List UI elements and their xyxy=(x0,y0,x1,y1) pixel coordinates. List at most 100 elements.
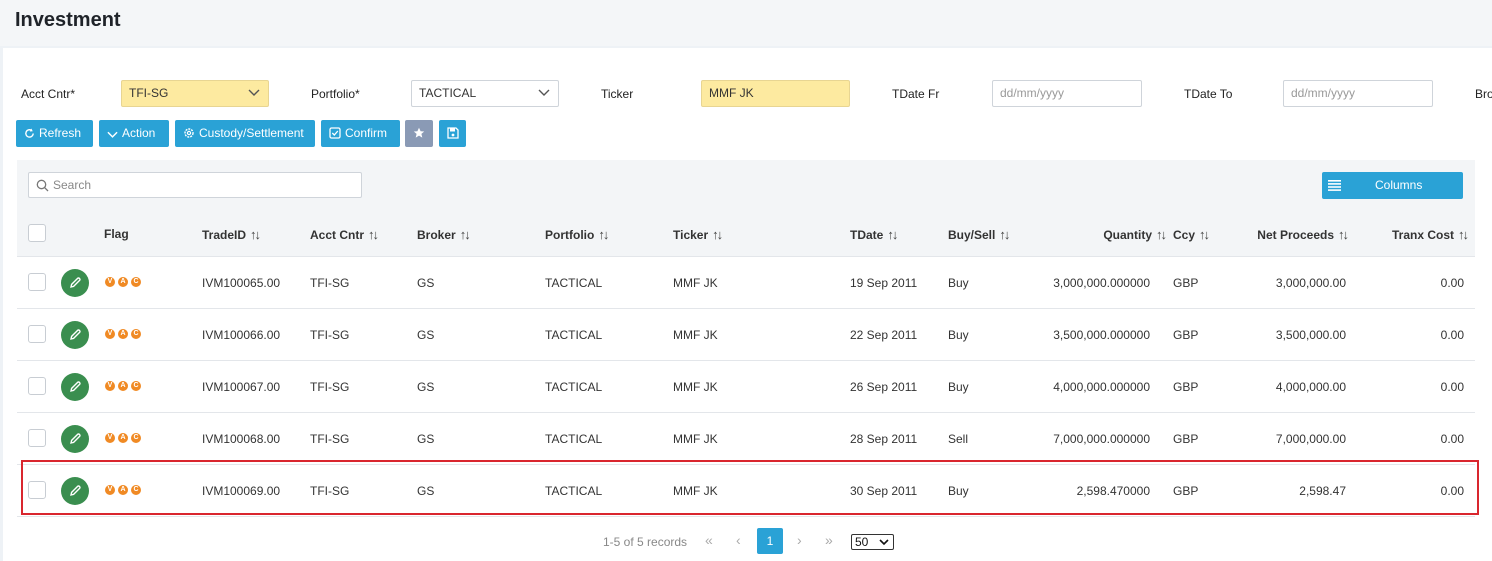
header-flag: Flag xyxy=(104,227,129,241)
cell-tranx-cost: 0.00 xyxy=(1440,328,1464,342)
cell-quantity: 3,000,000.000000 xyxy=(1053,276,1150,290)
cell-portfolio: TACTICAL xyxy=(545,432,603,446)
acct-cntr-select[interactable]: TFI-SG xyxy=(121,80,269,107)
flag-a-icon[interactable]: A xyxy=(118,277,128,287)
last-page-button[interactable]: » xyxy=(825,532,833,548)
first-page-button[interactable]: « xyxy=(705,532,713,548)
cell-tranx-cost: 0.00 xyxy=(1440,484,1464,498)
header-tranx-cost[interactable]: Tranx Cost ↑↓ xyxy=(1392,227,1469,242)
row-checkbox[interactable] xyxy=(28,325,46,343)
flag-a-icon[interactable]: A xyxy=(118,433,128,443)
table-row[interactable]: V A C IVM100069.00 TFI-SG GS TACTICAL MMF JK 30 … xyxy=(17,465,1475,517)
next-page-button[interactable]: › xyxy=(797,532,802,548)
tdate-to-input[interactable]: dd/mm/yyyy xyxy=(1283,80,1433,107)
flag-v-icon[interactable]: V xyxy=(105,329,115,339)
refresh-icon xyxy=(25,128,34,138)
broker-label: Bro xyxy=(1475,87,1492,101)
cell-quantity: 4,000,000.000000 xyxy=(1053,380,1150,394)
cell-quantity: 2,598.470000 xyxy=(1076,484,1150,498)
flag-c-icon[interactable]: C xyxy=(131,277,141,287)
cell-quantity: 3,500,000.000000 xyxy=(1053,328,1150,342)
portfolio-value: TACTICAL xyxy=(419,86,477,100)
edit-button[interactable] xyxy=(61,321,89,349)
confirm-label: Confirm xyxy=(345,126,388,140)
header-broker[interactable]: Broker ↑↓ xyxy=(417,227,471,242)
cell-acct-cntr: TFI-SG xyxy=(310,432,350,446)
page-size-select[interactable]: 50 xyxy=(851,534,894,550)
row-checkbox[interactable] xyxy=(28,429,46,447)
cell-trade-id: IVM100069.00 xyxy=(202,484,281,498)
cell-portfolio: TACTICAL xyxy=(545,380,603,394)
flag-icons: VAC xyxy=(105,485,144,495)
list-icon xyxy=(1328,180,1341,191)
page-size-value: 50 xyxy=(855,535,869,549)
sort-icon: ↑↓ xyxy=(1338,227,1349,242)
header-ccy[interactable]: Ccy ↑↓ xyxy=(1173,227,1210,242)
gear-icon xyxy=(184,128,194,138)
table-row[interactable]: V A C IVM100068.00 TFI-SG GS TACTICAL MMF JK 28 … xyxy=(17,413,1475,465)
cell-ticker: MMF JK xyxy=(673,328,718,342)
edit-button[interactable] xyxy=(61,373,89,401)
save-button[interactable] xyxy=(439,120,466,147)
cell-ticker: MMF JK xyxy=(673,276,718,290)
prev-page-button[interactable]: ‹ xyxy=(736,532,741,548)
ticker-input[interactable]: MMF JK xyxy=(701,80,850,107)
flag-v-icon[interactable]: V xyxy=(105,485,115,495)
chevron-down-icon xyxy=(879,539,889,546)
flag-c-icon[interactable]: C xyxy=(131,381,141,391)
header-ticker[interactable]: Ticker ↑↓ xyxy=(673,227,723,242)
sort-icon: ↑↓ xyxy=(1156,227,1167,242)
tdate-to-label: TDate To xyxy=(1184,87,1233,101)
cell-buy-sell: Buy xyxy=(948,276,969,290)
tdate-fr-input[interactable]: dd/mm/yyyy xyxy=(992,80,1142,107)
cell-buy-sell: Buy xyxy=(948,484,969,498)
flag-v-icon[interactable]: V xyxy=(105,433,115,443)
header-trade-id[interactable]: TradeID ↑↓ xyxy=(202,227,261,242)
portfolio-select[interactable]: TACTICAL xyxy=(411,80,559,107)
header-net-proceeds[interactable]: Net Proceeds ↑↓ xyxy=(1257,227,1349,242)
search-input[interactable] xyxy=(53,177,353,193)
row-checkbox[interactable] xyxy=(28,481,46,499)
search-box[interactable] xyxy=(28,172,362,198)
pencil-icon xyxy=(70,329,81,340)
refresh-button[interactable]: Refresh xyxy=(16,120,93,147)
flag-a-icon[interactable]: A xyxy=(118,485,128,495)
table-row[interactable]: V A C IVM100066.00 TFI-SG GS TACTICAL MMF JK 22 … xyxy=(17,309,1475,361)
table-row[interactable]: V A C IVM100067.00 TFI-SG GS TACTICAL MMF JK 26 … xyxy=(17,361,1475,413)
star-icon xyxy=(413,127,425,138)
flag-v-icon[interactable]: V xyxy=(105,277,115,287)
header-tdate[interactable]: TDate ↑↓ xyxy=(850,227,898,242)
columns-button[interactable]: Columns xyxy=(1322,172,1463,199)
flag-c-icon[interactable]: C xyxy=(131,433,141,443)
custody-settlement-button[interactable]: Custody/Settlement xyxy=(175,120,315,147)
header-acct-cntr[interactable]: Acct Cntr ↑↓ xyxy=(310,227,379,242)
favorite-button[interactable] xyxy=(405,120,433,147)
chevron-down-icon xyxy=(107,131,118,138)
refresh-label: Refresh xyxy=(39,126,82,140)
check-square-icon xyxy=(329,127,341,139)
header-quantity[interactable]: Quantity ↑↓ xyxy=(1103,227,1167,242)
flag-v-icon[interactable]: V xyxy=(105,381,115,391)
header-portfolio[interactable]: Portfolio ↑↓ xyxy=(545,227,609,242)
edit-button[interactable] xyxy=(61,269,89,297)
select-all-checkbox[interactable] xyxy=(28,224,46,242)
cell-tdate: 28 Sep 2011 xyxy=(850,432,918,446)
flag-c-icon[interactable]: C xyxy=(131,485,141,495)
table-row[interactable]: V A C IVM100065.00 TFI-SG GS TACTICAL MMF JK 19 … xyxy=(17,257,1475,309)
confirm-button[interactable]: Confirm xyxy=(321,120,400,147)
header-buy-sell[interactable]: Buy/Sell ↑↓ xyxy=(948,227,1010,242)
flag-a-icon[interactable]: A xyxy=(118,329,128,339)
cell-trade-id: IVM100066.00 xyxy=(202,328,281,342)
row-checkbox[interactable] xyxy=(28,377,46,395)
action-button[interactable]: Action xyxy=(99,120,169,147)
flag-c-icon[interactable]: C xyxy=(131,329,141,339)
current-page-button[interactable]: 1 xyxy=(757,528,783,554)
pencil-icon xyxy=(70,381,81,392)
row-checkbox[interactable] xyxy=(28,273,46,291)
flag-a-icon[interactable]: A xyxy=(118,381,128,391)
edit-button[interactable] xyxy=(61,425,89,453)
cell-portfolio: TACTICAL xyxy=(545,328,603,342)
cell-acct-cntr: TFI-SG xyxy=(310,276,350,290)
pagination-info: 1-5 of 5 records xyxy=(603,535,688,549)
edit-button[interactable] xyxy=(61,477,89,505)
